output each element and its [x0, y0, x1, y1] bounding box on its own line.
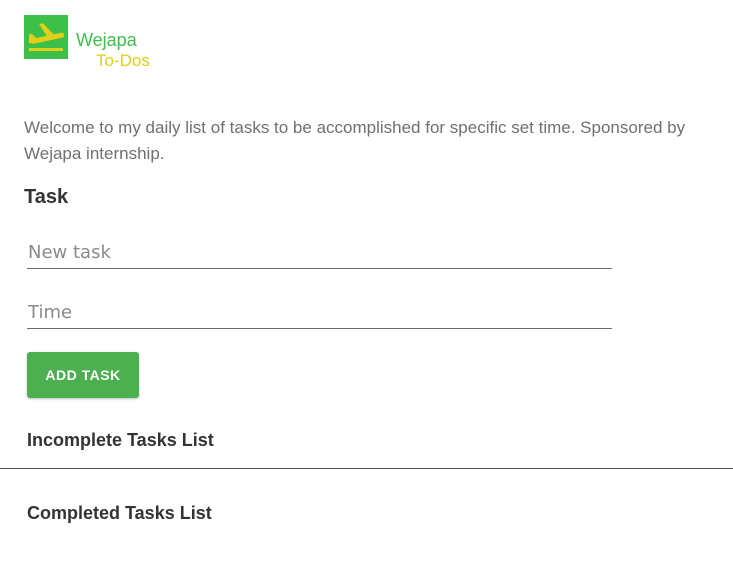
brand-subtitle: To-Dos [96, 51, 150, 70]
intro-text: Welcome to my daily list of tasks to be … [24, 118, 686, 163]
airplane-takeoff-icon [24, 15, 68, 59]
incomplete-tasks-heading: Incomplete Tasks List [27, 430, 214, 450]
brand-name: Wejapa [76, 30, 137, 50]
task-section-title: Task [24, 186, 69, 208]
time-input[interactable] [27, 299, 612, 329]
completed-tasks-heading: Completed Tasks List [27, 503, 212, 523]
new-task-input[interactable] [27, 239, 612, 269]
add-task-button[interactable]: ADD TASK [27, 352, 139, 398]
todo-page: Wejapa To-Dos Welcome to my daily list o… [0, 0, 733, 577]
divider [0, 468, 733, 469]
